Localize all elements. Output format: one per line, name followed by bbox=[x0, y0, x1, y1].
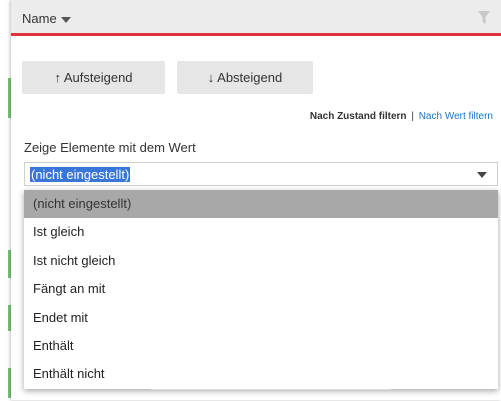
condition-select-value: (nicht eingestellt) bbox=[30, 167, 131, 182]
column-name-menu[interactable]: Name bbox=[22, 11, 71, 26]
filter-links-separator: | bbox=[411, 111, 414, 122]
option-not-set[interactable]: (nicht eingestellt) bbox=[24, 190, 498, 219]
filter-mode-links: Nach Zustand filtern | Nach Wert filtern bbox=[310, 111, 493, 122]
filter-by-value-link[interactable]: Nach Wert filtern bbox=[419, 111, 493, 122]
option-ends-with[interactable]: Endet mit bbox=[24, 304, 498, 332]
option-not-equals[interactable]: Ist nicht gleich bbox=[24, 247, 498, 275]
column-name-label: Name bbox=[22, 11, 57, 26]
option-not-contains[interactable]: Enthält nicht bbox=[24, 360, 498, 388]
condition-options-list: (nicht eingestellt) Ist gleich Ist nicht… bbox=[24, 190, 498, 389]
sort-descending-button[interactable]: ↓ Absteigend bbox=[177, 61, 313, 94]
show-items-label: Zeige Elemente mit dem Wert bbox=[24, 140, 196, 155]
condition-select[interactable]: (nicht eingestellt) bbox=[24, 162, 498, 186]
caret-down-icon bbox=[60, 16, 71, 23]
dropdown-arrow-icon[interactable] bbox=[477, 172, 487, 178]
background-page-edge bbox=[0, 0, 11, 400]
sort-ascending-button[interactable]: ↑ Aufsteigend bbox=[22, 61, 165, 94]
popup-header: Name bbox=[11, 0, 501, 36]
option-starts-with[interactable]: Fängt an mit bbox=[24, 275, 498, 303]
underlying-content bbox=[151, 389, 391, 401]
filter-by-state-link[interactable]: Nach Zustand filtern bbox=[310, 111, 407, 122]
column-filter-popup: Name ↑ Aufsteigend ↓ Absteigend Nach Zus… bbox=[11, 0, 501, 400]
filter-icon[interactable] bbox=[477, 10, 491, 26]
option-contains[interactable]: Enthält bbox=[24, 332, 498, 360]
option-equals[interactable]: Ist gleich bbox=[24, 218, 498, 246]
